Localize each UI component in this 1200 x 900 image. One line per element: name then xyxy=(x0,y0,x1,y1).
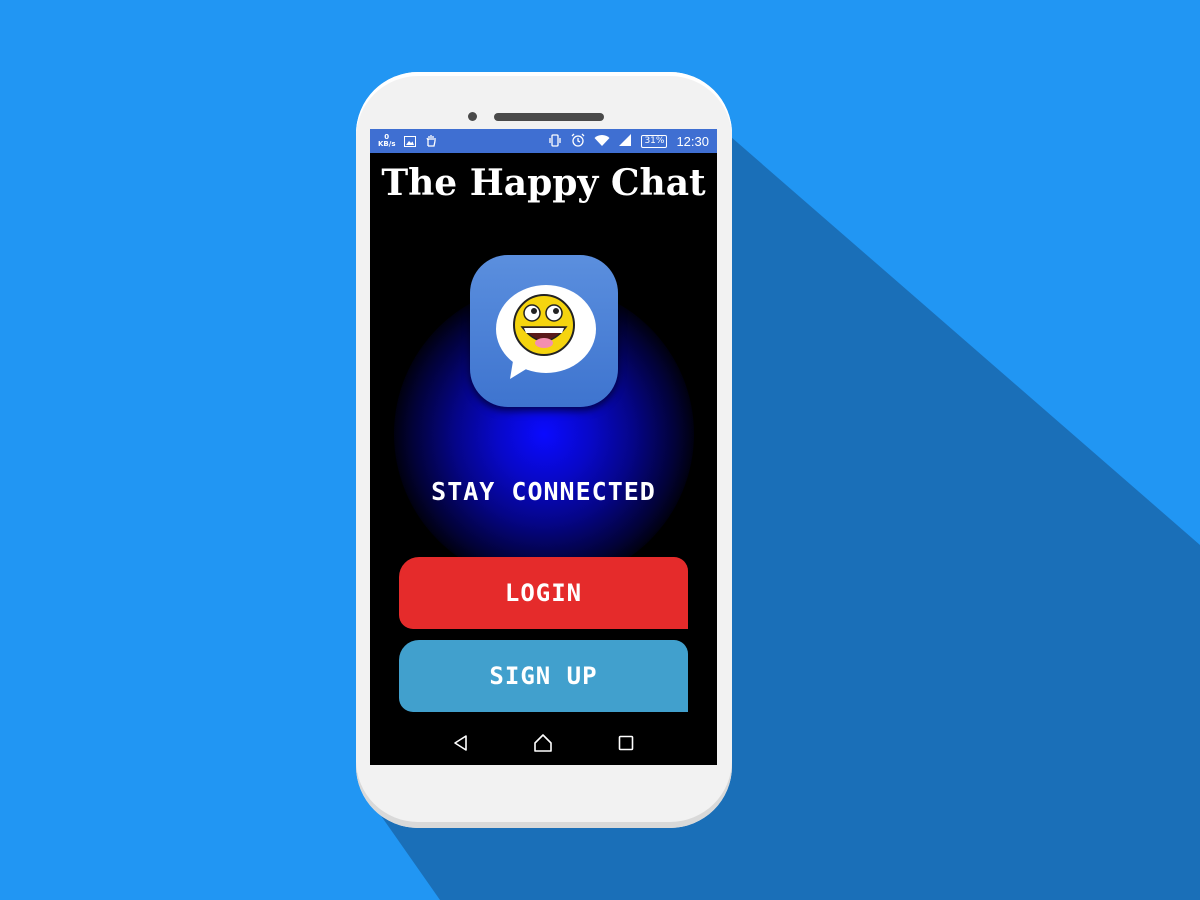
login-button[interactable]: LOGIN xyxy=(399,557,688,629)
status-bar: 0 KB/s 31% 12:30 xyxy=(370,129,717,153)
tagline: STAY CONNECTED xyxy=(431,477,656,506)
front-camera xyxy=(468,112,477,121)
status-bar-left: 0 KB/s xyxy=(378,132,437,151)
network-speed-unit: KB/s xyxy=(378,140,396,148)
alarm-icon xyxy=(571,132,585,151)
back-icon[interactable] xyxy=(449,731,473,755)
home-icon[interactable] xyxy=(531,731,555,755)
recents-icon[interactable] xyxy=(614,731,638,755)
phone-screen: 0 KB/s 31% 12:30 The Happy Chat STAY CON… xyxy=(370,129,717,765)
happy-chat-bubble-icon xyxy=(470,255,618,407)
network-speed: 0 KB/s xyxy=(378,134,395,148)
signup-button[interactable]: SIGN UP xyxy=(399,640,688,712)
navigation-bar xyxy=(370,720,717,765)
hand-icon xyxy=(425,132,437,151)
battery-indicator: 31% xyxy=(641,134,668,148)
phone-frame: 0 KB/s 31% 12:30 The Happy Chat STAY CON… xyxy=(356,72,732,828)
image-icon xyxy=(404,132,417,151)
earpiece-speaker xyxy=(494,113,604,121)
status-time: 12:30 xyxy=(676,133,709,149)
status-bar-right: 31% 12:30 xyxy=(548,132,709,151)
app-title: The Happy Chat xyxy=(381,162,706,204)
wifi-icon xyxy=(594,132,610,151)
signal-icon xyxy=(619,132,632,151)
vibrate-icon xyxy=(548,132,562,151)
